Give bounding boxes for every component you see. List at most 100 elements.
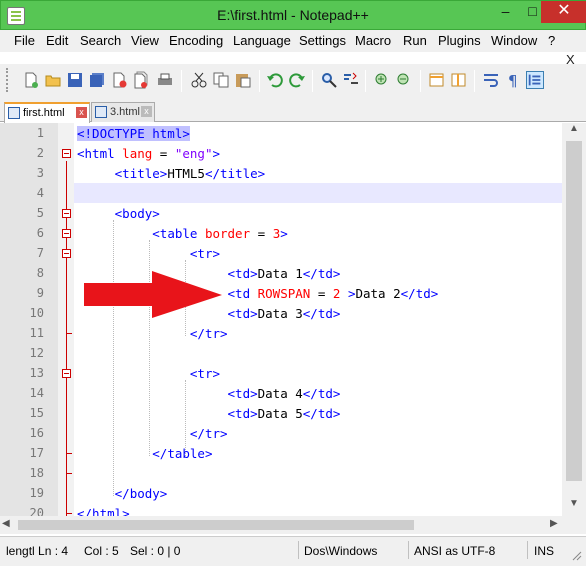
scroll-left-arrow-icon[interactable]: ◀	[2, 518, 10, 529]
line-number: 8	[36, 266, 44, 280]
line-number: 13	[29, 366, 44, 380]
menu-macro[interactable]: Macro	[355, 33, 391, 48]
vertical-scroll-thumb[interactable]	[566, 141, 582, 481]
status-divider	[408, 541, 409, 559]
tab-first-html[interactable]: first.html x	[4, 102, 90, 123]
close-file-icon[interactable]	[110, 71, 128, 89]
tab-close-icon[interactable]: x	[141, 106, 152, 117]
horizontal-scrollbar[interactable]: ◀ ▶	[0, 516, 586, 534]
tab-label: 3.html	[110, 106, 140, 118]
word-wrap-icon[interactable]	[482, 71, 500, 89]
scroll-right-arrow-icon[interactable]: ▶	[550, 518, 558, 529]
toolbar: ¶	[0, 64, 586, 98]
code-text: <tr>	[189, 246, 220, 261]
menu-settings[interactable]: Settings	[299, 33, 346, 48]
scroll-up-arrow-icon[interactable]: ▲	[562, 123, 586, 141]
scroll-corner	[562, 516, 586, 534]
status-eol: Dos\Windows	[304, 544, 378, 558]
replace-icon[interactable]	[342, 71, 360, 89]
zoom-in-icon[interactable]	[373, 71, 391, 89]
line-number: 14	[29, 386, 44, 400]
toolbar-separator	[474, 70, 475, 92]
code-line: 18	[0, 463, 562, 483]
close-all-icon[interactable]	[132, 71, 150, 89]
code-line: 17 </table>	[0, 443, 562, 463]
show-all-characters-icon[interactable]: ¶	[504, 71, 522, 89]
menu-plugins[interactable]: Plugins	[438, 33, 481, 48]
code-line: 14 <td>Data 4</td>	[0, 383, 562, 403]
code-line: 5 <body>	[0, 203, 562, 223]
indent-guide-icon[interactable]	[526, 71, 544, 89]
code-line: 19 </body>	[0, 483, 562, 503]
menu-window[interactable]: Window	[491, 33, 537, 48]
line-number: 10	[29, 306, 44, 320]
code-text: <title>HTML5</title>	[114, 166, 266, 181]
cut-icon[interactable]	[190, 71, 208, 89]
menu-view[interactable]: View	[131, 33, 159, 48]
line-number: 11	[29, 326, 44, 340]
code-line: 16 </tr>	[0, 423, 562, 443]
code-editor[interactable]: 1 <!DOCTYPE html> 2 <html lang = "eng"> …	[0, 123, 562, 516]
line-number: 9	[36, 286, 44, 300]
sync-horizontal-scroll-icon[interactable]	[450, 71, 468, 89]
save-icon[interactable]	[66, 71, 84, 89]
print-icon[interactable]	[156, 71, 174, 89]
tab-3-html[interactable]: 3.html x	[91, 102, 155, 122]
menu-bar: File Edit Search View Encoding Language …	[0, 30, 586, 52]
scroll-down-arrow-icon[interactable]: ▼	[562, 498, 586, 516]
line-number: 20	[29, 506, 44, 516]
code-line: 13 <tr>	[0, 363, 562, 383]
toolbar-grip[interactable]	[6, 68, 9, 92]
menu-run[interactable]: Run	[403, 33, 427, 48]
menu-file[interactable]: File	[14, 33, 35, 48]
menu-search[interactable]: Search	[80, 33, 121, 48]
code-line: 7 <tr>	[0, 243, 562, 263]
status-encoding: ANSI as UTF-8	[414, 544, 496, 558]
toolbar-separator	[312, 70, 313, 92]
status-divider	[527, 541, 528, 559]
code-line: 20 </html>	[0, 503, 562, 516]
line-number: 19	[29, 486, 44, 500]
status-column: Col : 5	[84, 544, 119, 558]
red-arrow-annotation	[84, 271, 222, 318]
minimize-button[interactable]: –	[492, 1, 519, 23]
line-number: 4	[36, 186, 44, 200]
code-text: <td>Data 4</td>	[227, 386, 341, 401]
tab-label: first.html	[23, 107, 65, 119]
new-file-icon[interactable]	[22, 71, 40, 89]
paste-icon[interactable]	[234, 71, 252, 89]
copy-icon[interactable]	[212, 71, 230, 89]
close-button[interactable]: ✕	[541, 1, 586, 23]
status-insert-mode: INS	[534, 544, 555, 558]
horizontal-scroll-thumb[interactable]	[18, 520, 414, 530]
code-text: </table>	[152, 446, 213, 461]
line-number: 17	[29, 446, 44, 460]
resize-grip-icon[interactable]	[572, 551, 582, 561]
tab-close-icon[interactable]: x	[76, 107, 87, 118]
line-number: 7	[36, 246, 44, 260]
undo-icon[interactable]	[266, 71, 284, 89]
status-divider	[298, 541, 299, 559]
find-icon[interactable]	[320, 71, 338, 89]
html-file-icon	[8, 107, 20, 119]
menu-edit[interactable]: Edit	[46, 33, 68, 48]
status-bar: lengtl Ln : 4 Col : 5 Sel : 0 | 0 Dos\Wi…	[0, 536, 586, 566]
code-text: <tr>	[189, 366, 220, 381]
vertical-scrollbar[interactable]: ▲ ▼	[562, 123, 586, 516]
toolbar-separator	[365, 70, 366, 92]
toolbar-separator	[420, 70, 421, 92]
menu-encoding[interactable]: Encoding	[169, 33, 223, 48]
line-number: 5	[36, 206, 44, 220]
line-number: 2	[36, 146, 44, 160]
menu-language[interactable]: Language	[233, 33, 291, 48]
sync-vertical-scroll-icon[interactable]	[428, 71, 446, 89]
open-file-icon[interactable]	[44, 71, 62, 89]
menu-help[interactable]: ?	[548, 33, 555, 48]
redo-icon[interactable]	[288, 71, 306, 89]
line-number: 6	[36, 226, 44, 240]
line-number: 18	[29, 466, 44, 480]
status-length-line: lengtl Ln : 4	[6, 544, 69, 558]
zoom-out-icon[interactable]	[395, 71, 413, 89]
save-all-icon[interactable]	[88, 71, 106, 89]
code-text: <html lang = "eng">	[77, 146, 221, 161]
